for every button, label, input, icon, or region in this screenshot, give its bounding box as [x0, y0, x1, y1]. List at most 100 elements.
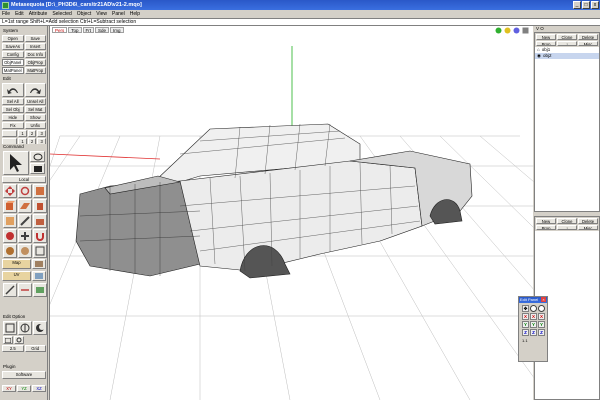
x-rot-button[interactable]: X: [530, 313, 537, 320]
software-button[interactable]: Software: [2, 371, 46, 379]
move-arrows-icon[interactable]: ✥: [522, 305, 529, 312]
lasso-icon[interactable]: [30, 151, 45, 162]
insert-button[interactable]: Insert: [24, 43, 46, 50]
eye-icon[interactable]: ◉: [537, 53, 541, 59]
y-scale-button[interactable]: Y: [538, 321, 545, 328]
select-arrow-icon[interactable]: [3, 151, 29, 175]
redo-icon[interactable]: [24, 83, 46, 97]
rotate-icon[interactable]: [18, 184, 32, 198]
tab-side[interactable]: Sde: [95, 27, 110, 33]
delete-icon[interactable]: [3, 229, 17, 243]
knife-icon[interactable]: [18, 214, 32, 228]
matpanel-button[interactable]: MatPanel: [2, 67, 24, 74]
num-3-button[interactable]: 3: [37, 130, 46, 137]
tab-top[interactable]: Top: [68, 27, 82, 33]
pan-view-icon[interactable]: [504, 27, 511, 34]
material-prop-button[interactable]: Prop: [536, 224, 556, 230]
x-scale-button[interactable]: X: [538, 313, 545, 320]
scale-icon[interactable]: [33, 184, 47, 198]
minimize-button[interactable]: _: [573, 1, 581, 9]
3d-viewport[interactable]: Pers Top Frt Sde Img: [49, 26, 534, 400]
new-material-button[interactable]: New: [536, 218, 556, 224]
objpanel-button[interactable]: ObjPanel: [2, 59, 24, 66]
rect-select-icon[interactable]: [30, 163, 45, 174]
grid-value-field[interactable]: 2.5: [2, 345, 24, 352]
material-misc-button[interactable]: Misc: [578, 224, 598, 230]
y-rot-button[interactable]: Y: [530, 321, 537, 328]
save-button[interactable]: Save: [24, 35, 46, 42]
tab-image[interactable]: Img: [110, 27, 124, 33]
map-button[interactable]: Map: [2, 259, 31, 269]
menu-selected[interactable]: Selected: [52, 11, 71, 17]
unfix-button[interactable]: Unfix: [24, 122, 46, 129]
pen-icon[interactable]: [3, 283, 17, 297]
menu-attribute[interactable]: Attribute: [29, 11, 48, 17]
uv-button[interactable]: UV: [2, 271, 31, 281]
y-lock-button[interactable]: Y: [522, 321, 529, 328]
move-icon[interactable]: [3, 184, 17, 198]
grid-button[interactable]: Grid: [24, 345, 46, 352]
matprop-button[interactable]: MatProp: [24, 67, 46, 74]
clone-object-button[interactable]: Clone: [557, 34, 577, 40]
cube-icon[interactable]: [33, 199, 47, 213]
weld-icon[interactable]: [18, 229, 32, 243]
open-button[interactable]: Open: [2, 35, 24, 42]
z-scale-button[interactable]: Z: [538, 329, 545, 336]
delete-material-button[interactable]: Delete: [578, 218, 598, 224]
edit-panel-close-icon[interactable]: ×: [541, 297, 546, 302]
paint-icon[interactable]: [3, 244, 17, 258]
select-all-button[interactable]: Sel All: [2, 98, 24, 105]
sphere-icon[interactable]: [18, 244, 32, 258]
extrude-icon[interactable]: [33, 214, 47, 228]
maximize-button[interactable]: □: [582, 1, 590, 9]
magnet-icon[interactable]: [33, 229, 47, 243]
plane-icon[interactable]: [18, 199, 32, 213]
z-lock-button[interactable]: Z: [522, 329, 529, 336]
xz-button[interactable]: XZ: [32, 385, 46, 392]
rotate-view-icon[interactable]: [495, 27, 502, 34]
texture-icon[interactable]: [32, 259, 46, 269]
blank-button[interactable]: [2, 130, 18, 137]
menu-panel[interactable]: Panel: [112, 11, 125, 17]
undo-icon[interactable]: [2, 83, 24, 97]
close-button[interactable]: x: [591, 1, 599, 9]
objprop-button[interactable]: ObjProp: [24, 59, 46, 66]
tab-pers[interactable]: Pers: [52, 27, 68, 33]
local-button[interactable]: Local: [2, 176, 46, 183]
image-icon[interactable]: [33, 283, 47, 297]
wire-icon[interactable]: [3, 321, 17, 335]
show-button[interactable]: Show: [24, 114, 46, 121]
menu-file[interactable]: File: [2, 11, 10, 17]
box-icon[interactable]: [3, 199, 17, 213]
unselect-all-button[interactable]: Unsel All: [24, 98, 46, 105]
saveas-button[interactable]: SaveAs: [2, 43, 24, 50]
num-1-button[interactable]: 1: [18, 130, 27, 137]
object-prop-button[interactable]: Prop: [536, 40, 556, 46]
num-2-button[interactable]: 2: [27, 130, 37, 137]
new-object-button[interactable]: New: [536, 34, 556, 40]
docinfo-button[interactable]: Doc Info: [24, 51, 46, 58]
select-object-button[interactable]: Sel Obj: [2, 106, 24, 113]
xy-button[interactable]: XY: [2, 385, 16, 392]
scale-circle-icon[interactable]: [538, 305, 545, 312]
line-icon[interactable]: [18, 283, 32, 297]
clone-material-button[interactable]: Clone: [557, 218, 577, 224]
x-lock-button[interactable]: X: [522, 313, 529, 320]
tab-front[interactable]: Frt: [82, 27, 95, 33]
select-material-button[interactable]: Sel Mat: [24, 106, 46, 113]
search-icon[interactable]: [14, 336, 24, 344]
material-up-button[interactable]: ↑: [557, 224, 577, 230]
object-misc-button[interactable]: Misc: [578, 40, 598, 46]
edit-panel-value[interactable]: 1.1: [522, 338, 544, 343]
menu-view[interactable]: View: [96, 11, 107, 17]
z-rot-button[interactable]: Z: [530, 329, 537, 336]
menu-help[interactable]: Help: [130, 11, 140, 17]
rotate-circle-icon[interactable]: [530, 305, 537, 312]
uv-edit-icon[interactable]: [32, 271, 46, 281]
object-row-selected[interactable]: ◉ obj2: [535, 53, 599, 59]
fit-view-icon[interactable]: [522, 27, 529, 34]
config-button[interactable]: Config: [2, 51, 24, 58]
menu-edit[interactable]: Edit: [15, 11, 24, 17]
hide-button[interactable]: Hide: [2, 114, 24, 121]
snap-icon[interactable]: [3, 336, 13, 344]
